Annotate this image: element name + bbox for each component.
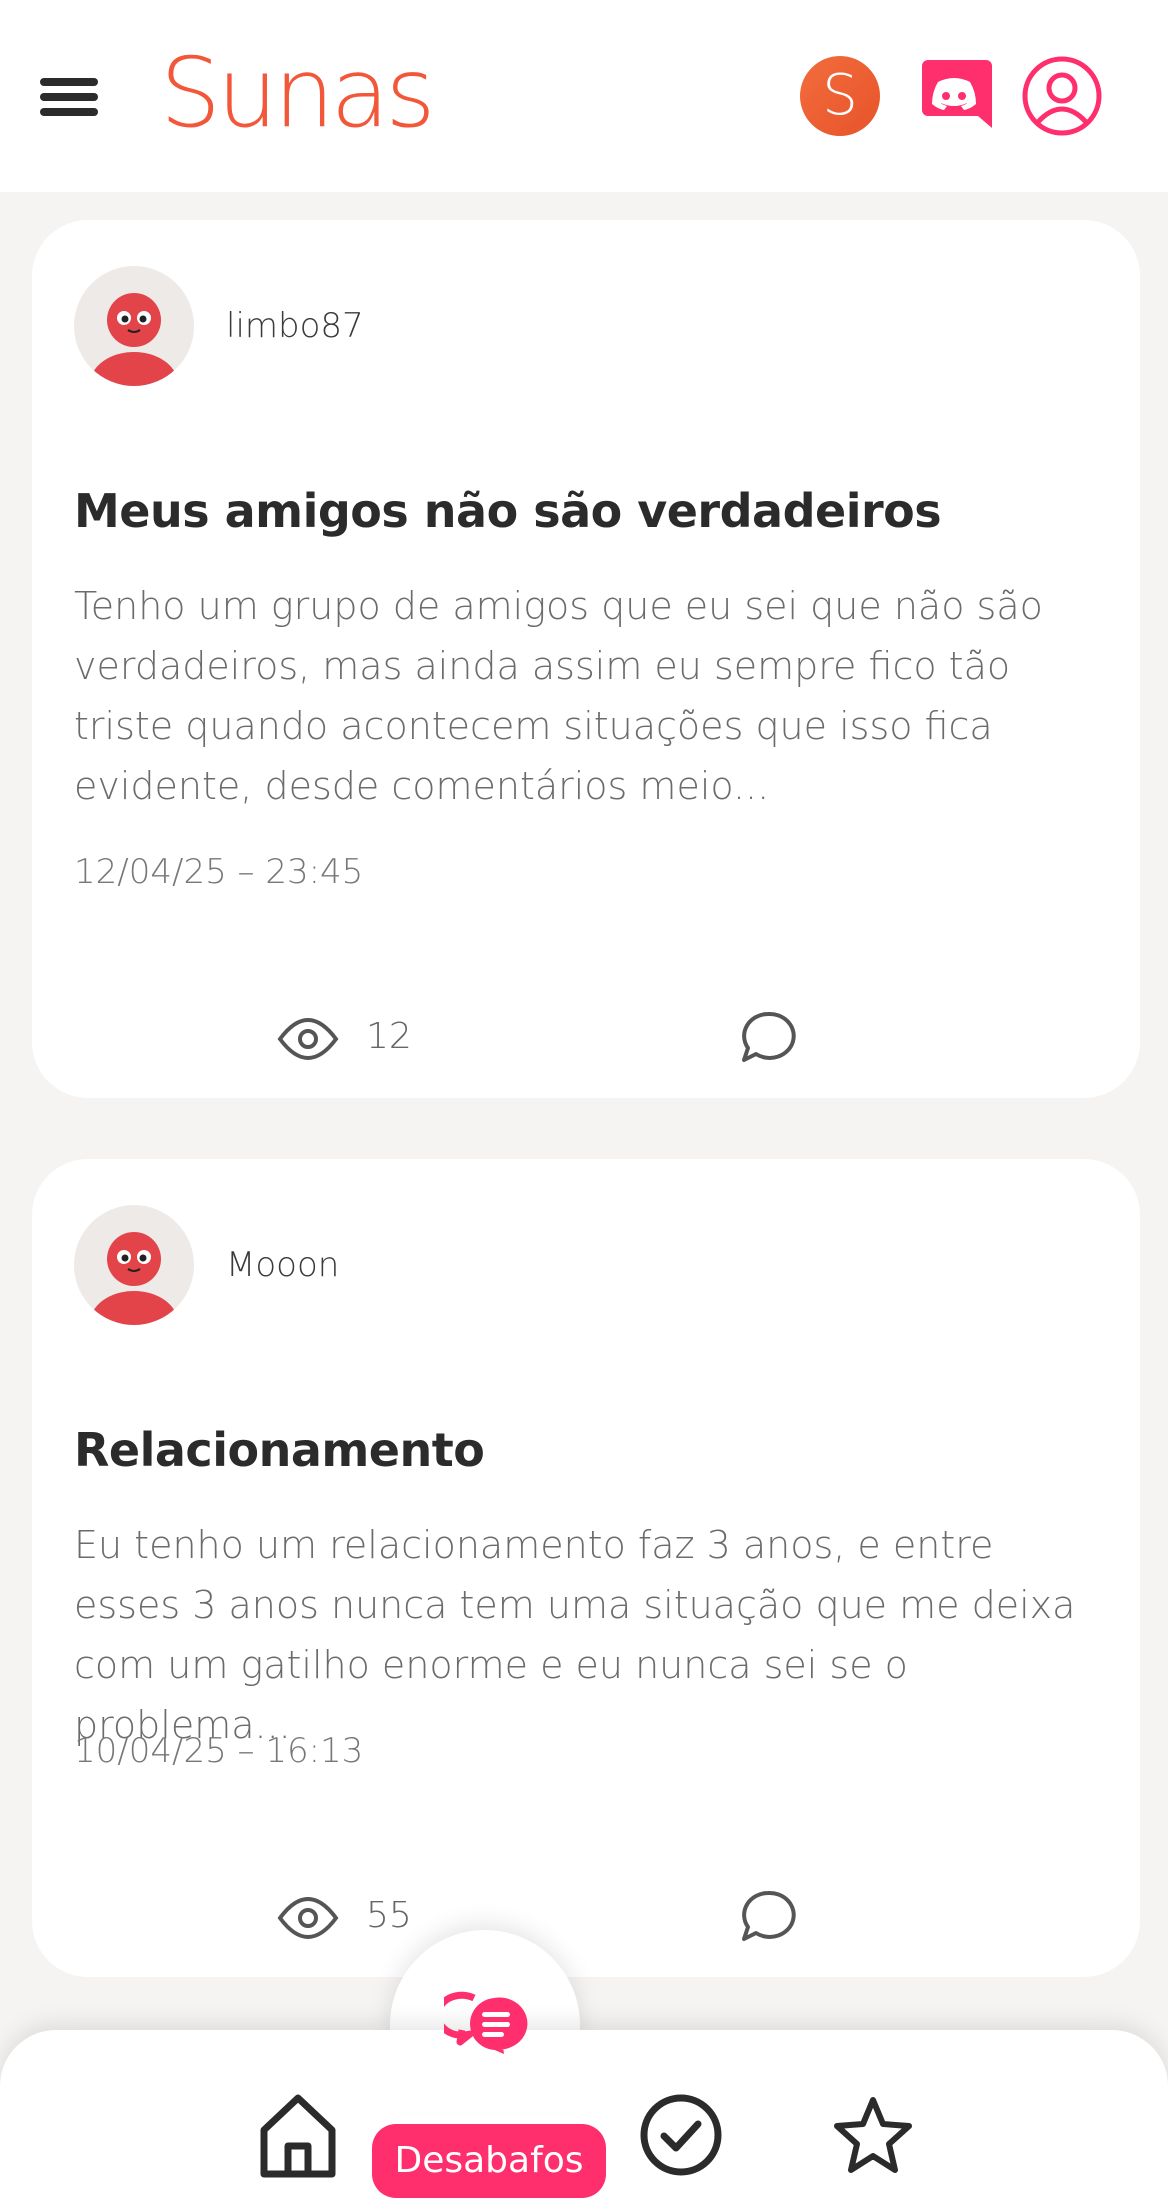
avatar (74, 1205, 194, 1325)
view-count: 55 (366, 1895, 412, 1936)
post-username[interactable]: limbo87 (226, 306, 364, 346)
post-card[interactable]: limbo87 Meus amigos não são verdadeiros … (32, 220, 1140, 1098)
home-icon[interactable] (256, 2090, 340, 2180)
profile-icon[interactable] (1020, 54, 1104, 138)
menu-icon[interactable] (40, 72, 98, 122)
star-icon[interactable] (832, 2094, 914, 2176)
view-count: 12 (366, 1016, 412, 1057)
post-card[interactable]: Mooon Relacionamento Eu tenho um relacio… (32, 1159, 1140, 1977)
check-icon[interactable] (638, 2092, 724, 2178)
eye-icon (277, 1018, 339, 1060)
post-excerpt: Tenho um grupo de amigos que eu sei que … (74, 584, 1043, 808)
post-excerpt: Eu tenho um relacionamento faz 3 anos, e… (74, 1523, 1076, 1747)
discord-icon[interactable] (914, 56, 994, 136)
app-header: Sunas S (0, 0, 1168, 192)
post-username[interactable]: Mooon (226, 1245, 339, 1285)
post-title[interactable]: Relacionamento (74, 1423, 485, 1477)
eye-icon (277, 1897, 339, 1939)
logo[interactable]: Sunas (160, 38, 435, 148)
post-date: 12/04/25 – 23:45 (74, 852, 364, 892)
avatar (74, 266, 194, 386)
post-date: 10/04/25 – 16:13 (74, 1731, 364, 1771)
nav-item-desabafos[interactable]: Desabafos (372, 2124, 606, 2198)
comment-icon[interactable] (738, 1008, 798, 1068)
post-title[interactable]: Meus amigos não são verdadeiros (74, 484, 942, 538)
comment-icon[interactable] (738, 1887, 798, 1947)
chat-icon[interactable] (444, 1990, 530, 2062)
s-badge-icon[interactable]: S (800, 56, 880, 136)
